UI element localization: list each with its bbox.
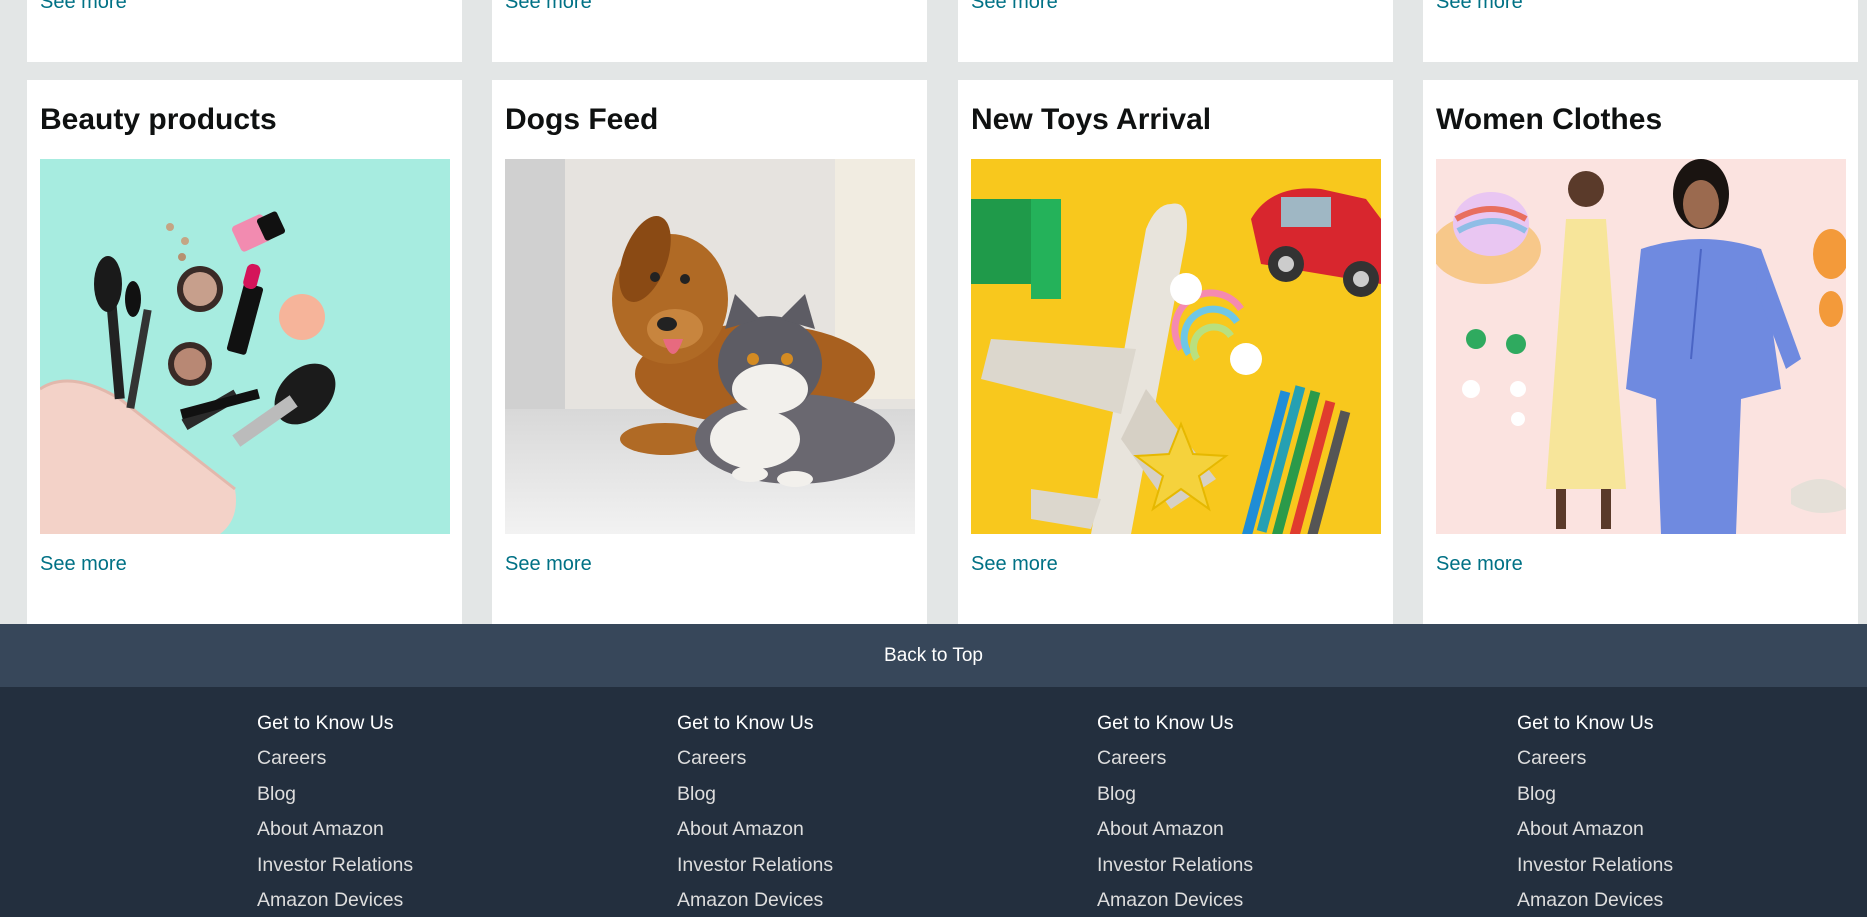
top-card: See more: [27, 0, 462, 62]
see-more-link[interactable]: See more: [505, 553, 592, 576]
see-more-link[interactable]: See more: [971, 553, 1058, 576]
footer-column-heading: Get to Know Us: [1517, 712, 1654, 734]
top-card: See more: [1423, 0, 1858, 62]
dog-and-cat-image[interactable]: [505, 159, 915, 534]
top-card: See more: [958, 0, 1393, 62]
footer-link-about-amazon[interactable]: About Amazon: [257, 817, 557, 853]
footer-link-about-amazon[interactable]: About Amazon: [1097, 817, 1397, 853]
footer-link-investor-relations[interactable]: Investor Relations: [1097, 853, 1397, 889]
see-more-link[interactable]: See more: [1436, 0, 1523, 14]
footer-column-heading: Get to Know Us: [1097, 712, 1234, 734]
footer-link-about-amazon[interactable]: About Amazon: [677, 817, 977, 853]
footer-column: Get to Know Us Careers Blog About Amazon…: [257, 711, 557, 917]
footer-column: Get to Know Us Careers Blog About Amazon…: [1517, 711, 1817, 917]
footer-column-heading: Get to Know Us: [677, 712, 814, 734]
footer-link-careers[interactable]: Careers: [1517, 746, 1817, 782]
card-title: New Toys Arrival: [971, 103, 1212, 136]
see-more-link[interactable]: See more: [971, 0, 1058, 14]
category-card-toys: New Toys Arrival See more: [958, 80, 1393, 624]
footer-link-blog[interactable]: Blog: [257, 782, 557, 818]
footer-column: Get to Know Us Careers Blog About Amazon…: [1097, 711, 1397, 917]
back-to-top-button[interactable]: Back to Top: [0, 624, 1867, 687]
footer-link-amazon-devices[interactable]: Amazon Devices: [257, 888, 557, 917]
footer-link-careers[interactable]: Careers: [1097, 746, 1397, 782]
category-card-beauty: Beauty products See more: [27, 80, 462, 624]
category-cards-row: Beauty products See more Dogs Feed See m…: [0, 80, 1867, 624]
footer-link-investor-relations[interactable]: Investor Relations: [257, 853, 557, 889]
footer-link-careers[interactable]: Careers: [677, 746, 977, 782]
footer-column-heading: Get to Know Us: [257, 712, 394, 734]
category-card-dogs: Dogs Feed See more: [492, 80, 927, 624]
footer-link-careers[interactable]: Careers: [257, 746, 557, 782]
footer-link-investor-relations[interactable]: Investor Relations: [1517, 853, 1817, 889]
women-clothes-image[interactable]: [1436, 159, 1846, 534]
category-card-women: Women Clothes See more: [1423, 80, 1858, 624]
card-title: Women Clothes: [1436, 103, 1663, 136]
footer-link-blog[interactable]: Blog: [1097, 782, 1397, 818]
card-title: Dogs Feed: [505, 103, 659, 136]
card-title: Beauty products: [40, 103, 277, 136]
footer-link-blog[interactable]: Blog: [1517, 782, 1817, 818]
footer-link-amazon-devices[interactable]: Amazon Devices: [677, 888, 977, 917]
beauty-products-image[interactable]: [40, 159, 450, 534]
footer-column: Get to Know Us Careers Blog About Amazon…: [677, 711, 977, 917]
footer-link-about-amazon[interactable]: About Amazon: [1517, 817, 1817, 853]
toys-image[interactable]: [971, 159, 1381, 534]
footer-link-amazon-devices[interactable]: Amazon Devices: [1097, 888, 1397, 917]
see-more-link[interactable]: See more: [1436, 553, 1523, 576]
top-card: See more: [492, 0, 927, 62]
see-more-link[interactable]: See more: [40, 553, 127, 576]
footer-link-amazon-devices[interactable]: Amazon Devices: [1517, 888, 1817, 917]
top-cards-row: See more See more See more See more: [0, 0, 1867, 62]
see-more-link[interactable]: See more: [40, 0, 127, 14]
footer: Get to Know Us Careers Blog About Amazon…: [0, 687, 1867, 917]
footer-link-investor-relations[interactable]: Investor Relations: [677, 853, 977, 889]
page: See more See more See more See more Beau…: [0, 0, 1867, 917]
see-more-link[interactable]: See more: [505, 0, 592, 14]
footer-link-blog[interactable]: Blog: [677, 782, 977, 818]
